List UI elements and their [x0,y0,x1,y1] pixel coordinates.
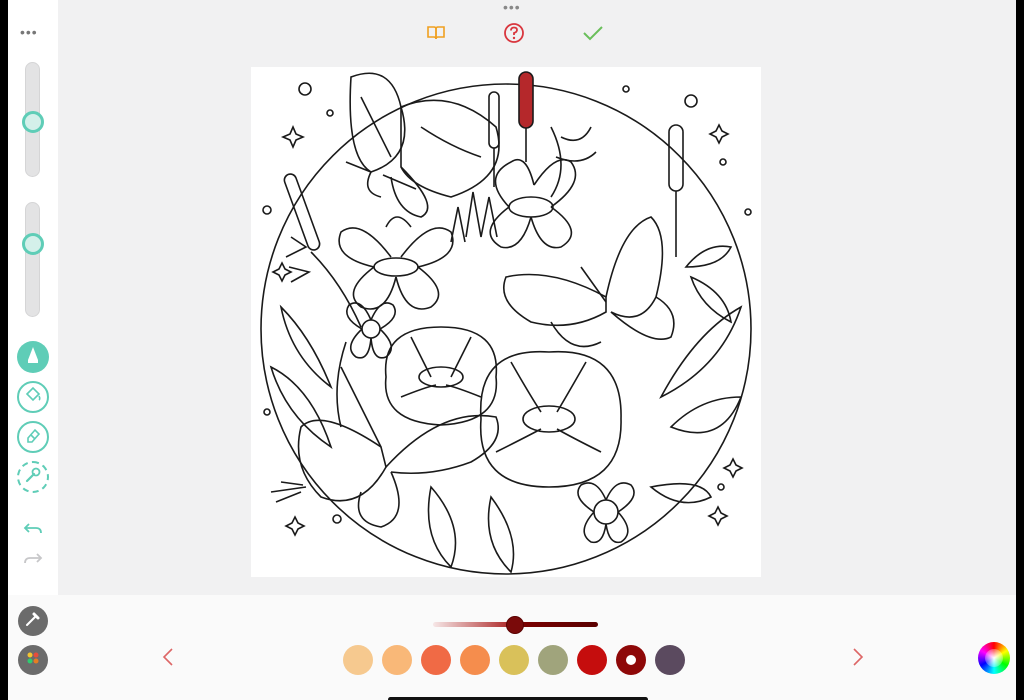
previous-palette-button[interactable] [158,647,178,671]
left-toolbar: ••• [8,0,58,595]
color-swatch[interactable] [343,645,373,675]
paint-bucket-icon [24,386,42,409]
checkmark-icon [582,24,604,47]
top-more-icon[interactable]: ••• [503,0,525,14]
eyedropper-icon [25,611,41,632]
color-wheel-button[interactable] [978,642,1010,674]
chevron-right-icon [852,647,864,672]
help-circle-icon [503,22,525,49]
brush-size-slider[interactable] [22,62,44,177]
redo-button[interactable] [22,550,44,572]
undo-button[interactable] [22,520,44,542]
palette-dots-icon [25,650,41,671]
shade-slider-knob[interactable] [506,616,524,634]
device-bezel-left [0,0,8,700]
fill-tool-button[interactable] [17,381,49,413]
palette-bar [8,595,1016,700]
color-swatch[interactable] [616,645,646,675]
coloring-canvas[interactable] [251,67,761,577]
color-swatch[interactable] [421,645,451,675]
device-bezel-right [1016,0,1024,700]
eraser-icon [24,426,42,449]
pencil-tip-icon [25,346,41,369]
pencil-tool-button[interactable] [17,341,49,373]
opacity-slider[interactable] [22,202,44,317]
opacity-slider-knob[interactable] [22,233,44,255]
color-swatch[interactable] [499,645,529,675]
settings-tool-button[interactable] [17,461,49,493]
color-swatch[interactable] [655,645,685,675]
next-palette-button[interactable] [848,647,868,671]
brush-size-slider-knob[interactable] [22,111,44,133]
redo-arrow-icon [23,551,43,572]
book-button[interactable] [423,22,449,48]
floral-butterfly-artwork [260,71,752,575]
chevron-left-icon [162,647,174,672]
eraser-tool-button[interactable] [17,421,49,453]
done-button[interactable] [580,22,606,48]
undo-arrow-icon [23,521,43,542]
color-swatch[interactable] [577,645,607,675]
palettes-button[interactable] [18,645,48,675]
color-swatch[interactable] [460,645,490,675]
help-button[interactable] [501,22,527,48]
wrench-icon [24,466,42,489]
color-swatch[interactable] [382,645,412,675]
eyedropper-button[interactable] [18,606,48,636]
book-icon [426,25,446,46]
toolbar-more-icon[interactable]: ••• [20,25,46,39]
color-swatch[interactable] [538,645,568,675]
